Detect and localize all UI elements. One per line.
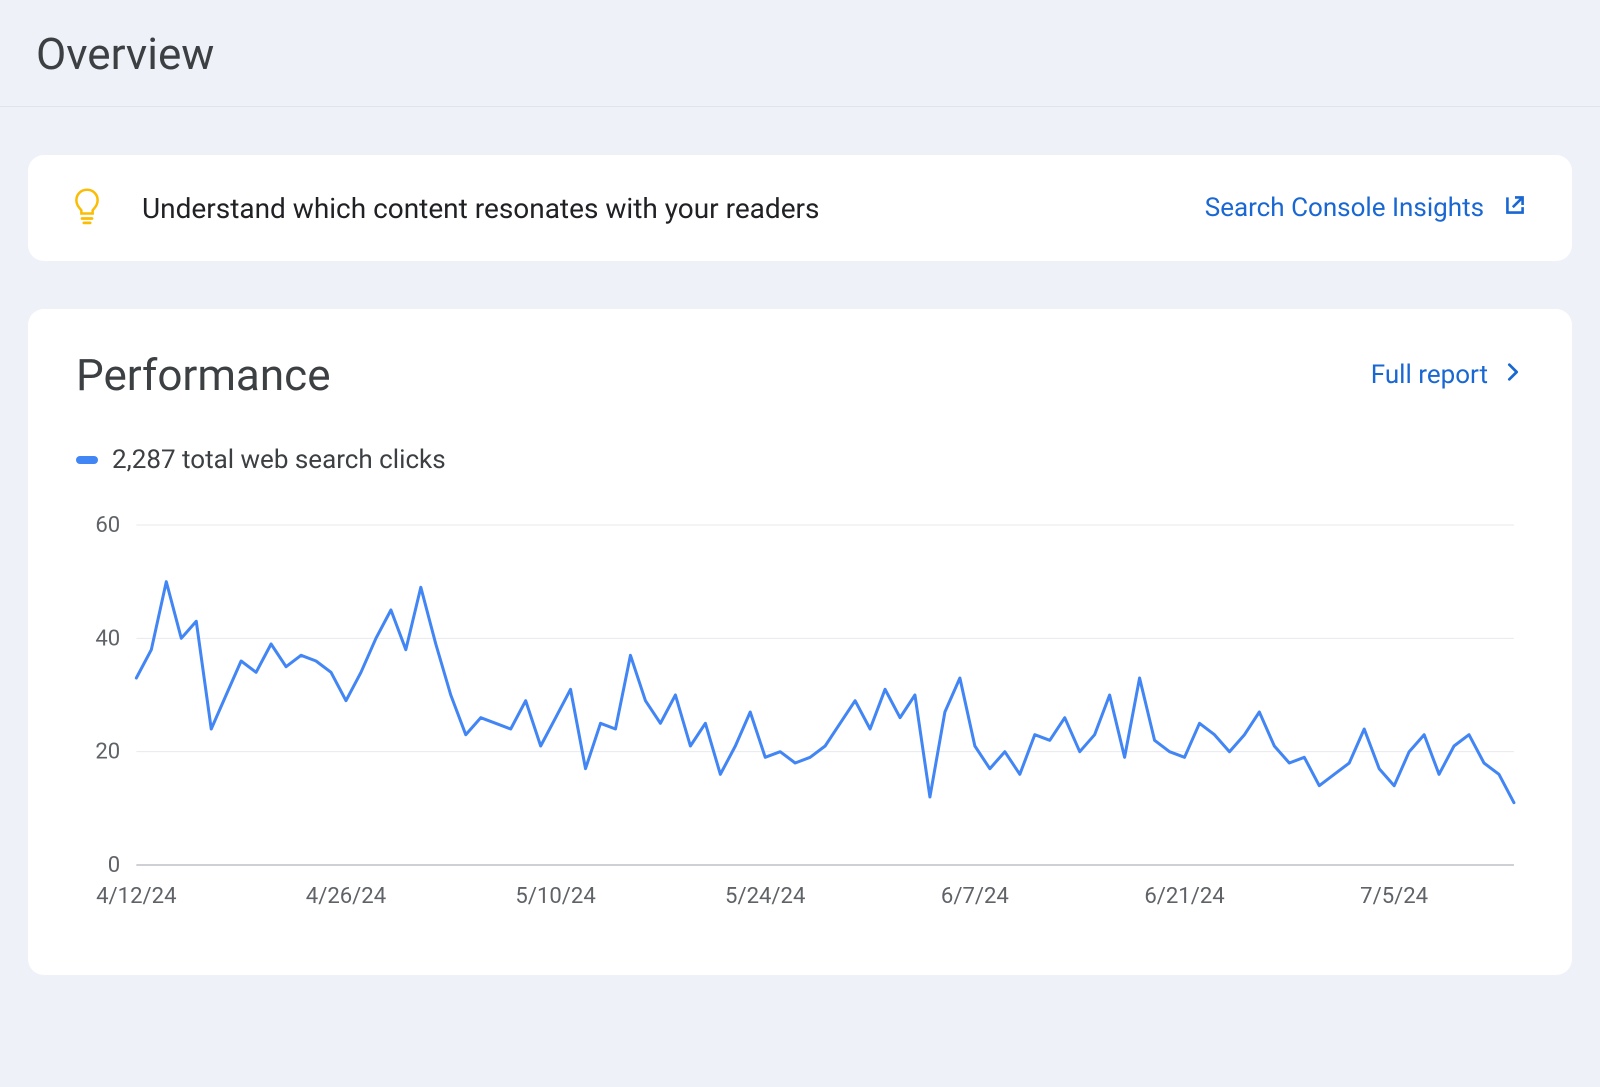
svg-text:40: 40 <box>95 626 120 651</box>
svg-text:6/21/24: 6/21/24 <box>1144 884 1224 909</box>
insights-link[interactable]: Search Console Insights <box>1205 192 1528 225</box>
svg-text:5/10/24: 5/10/24 <box>515 884 595 909</box>
svg-text:60: 60 <box>95 513 120 538</box>
performance-header: Performance Full report <box>76 349 1524 401</box>
svg-text:6/7/24: 6/7/24 <box>941 884 1009 909</box>
page-title: Overview <box>0 0 1600 107</box>
full-report-link[interactable]: Full report <box>1371 360 1524 390</box>
svg-text:0: 0 <box>108 853 120 878</box>
full-report-label: Full report <box>1371 360 1488 390</box>
svg-text:7/5/24: 7/5/24 <box>1360 884 1428 909</box>
legend-label: 2,287 total web search clicks <box>112 445 446 475</box>
performance-card: Performance Full report 2,287 total web … <box>28 309 1572 975</box>
svg-text:20: 20 <box>95 740 120 765</box>
svg-text:5/24/24: 5/24/24 <box>725 884 805 909</box>
svg-text:4/26/24: 4/26/24 <box>306 884 386 909</box>
insights-left: Understand which content resonates with … <box>72 187 819 229</box>
svg-text:4/12/24: 4/12/24 <box>96 884 176 909</box>
insights-text: Understand which content resonates with … <box>142 192 819 225</box>
performance-chart: 0 20 40 60 4/12/24 4/26/24 5/10/24 5/24/24 6/7/2… <box>76 505 1524 915</box>
insights-link-label: Search Console Insights <box>1205 193 1484 223</box>
lightbulb-icon <box>72 187 102 229</box>
external-link-icon <box>1502 192 1528 225</box>
chevron-right-icon <box>1502 360 1524 390</box>
performance-title: Performance <box>76 349 331 401</box>
insights-card: Understand which content resonates with … <box>28 155 1572 261</box>
legend-swatch <box>76 456 98 464</box>
chart-legend: 2,287 total web search clicks <box>76 445 1524 475</box>
